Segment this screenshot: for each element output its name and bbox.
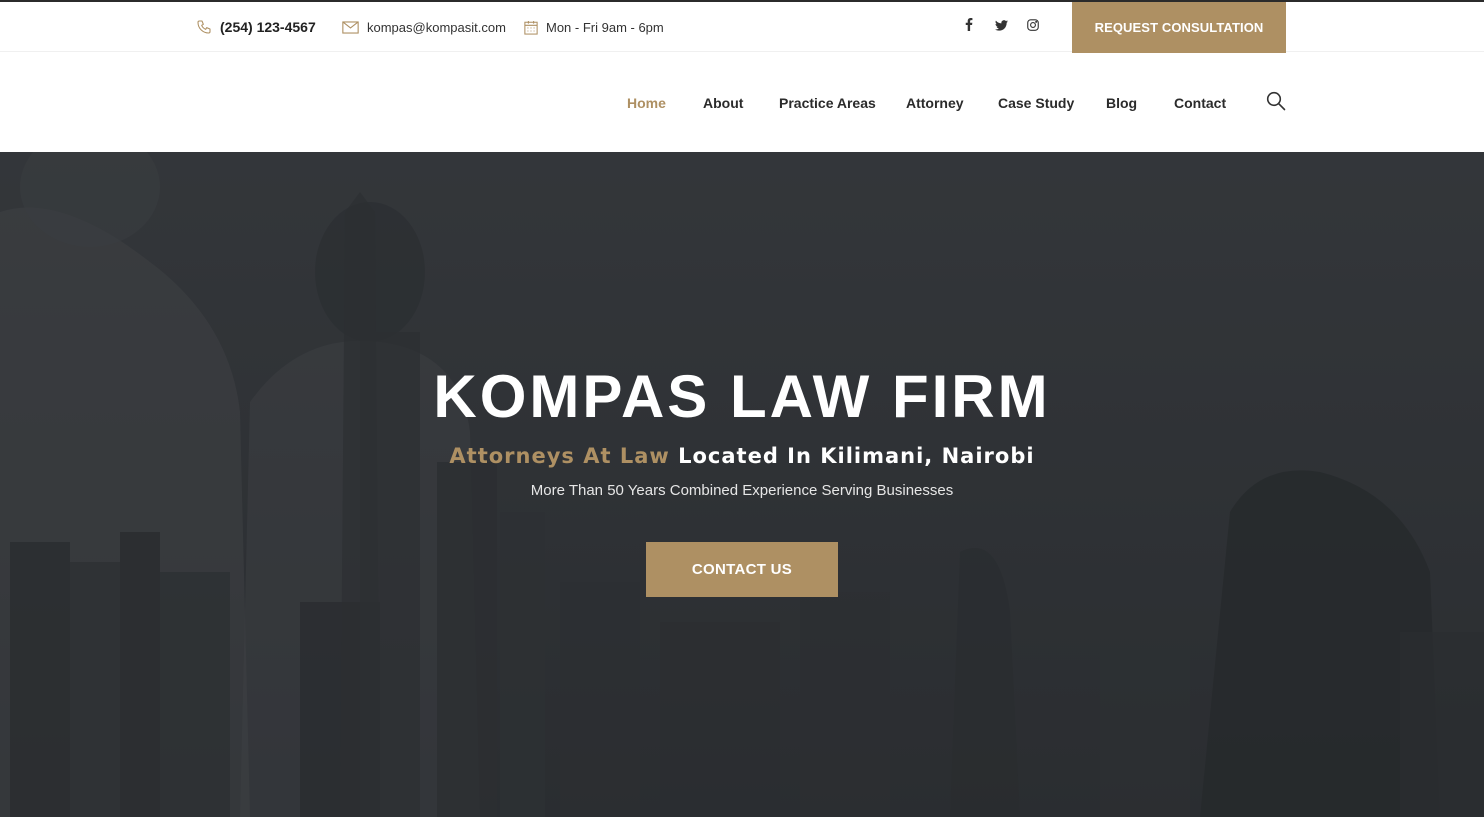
nav-item-case-study[interactable]: Case Study (998, 53, 1074, 152)
contact-us-button[interactable]: CONTACT US (646, 542, 838, 597)
nav-item-home[interactable]: Home (627, 53, 666, 152)
nav-item-contact[interactable]: Contact (1174, 53, 1226, 152)
phone-icon (196, 19, 212, 35)
hero-title: KOMPAS LAW FIRM (433, 363, 1051, 430)
top-info-bar: (254) 123-4567 kompas@kompasit.com Mon -… (0, 2, 1484, 53)
hero-subtitle-location: Located In Kilimani, Nairobi (678, 444, 1035, 468)
facebook-link[interactable] (959, 2, 979, 52)
instagram-icon (1027, 18, 1039, 36)
phone-info[interactable]: (254) 123-4567 (196, 2, 316, 52)
nav-item-blog[interactable]: Blog (1106, 53, 1137, 152)
hero-section: KOMPAS LAW FIRM Attorneys At Law Located… (0, 152, 1484, 817)
hero-description: More Than 50 Years Combined Experience S… (530, 482, 954, 499)
facebook-icon (965, 18, 973, 36)
twitter-icon (994, 18, 1008, 36)
search-button[interactable] (1266, 91, 1288, 113)
office-hours: Mon - Fri 9am - 6pm (546, 19, 664, 35)
hero-subtitle: Attorneys At Law Located In Kilimani, Na… (0, 444, 1484, 468)
envelope-icon (342, 20, 359, 34)
instagram-link[interactable] (1023, 2, 1043, 52)
twitter-link[interactable] (991, 2, 1011, 52)
nav-item-practice-areas[interactable]: Practice Areas (779, 53, 876, 152)
request-consultation-button[interactable]: REQUEST CONSULTATION (1072, 2, 1286, 53)
nav-item-about[interactable]: About (703, 53, 743, 152)
email-address: kompas@kompasit.com (367, 19, 506, 35)
hours-info: Mon - Fri 9am - 6pm (524, 2, 664, 52)
email-info[interactable]: kompas@kompasit.com (342, 2, 506, 52)
search-icon (1266, 91, 1286, 115)
hero-subtitle-accent: Attorneys At Law (449, 444, 670, 468)
nav-item-attorney[interactable]: Attorney (906, 53, 964, 152)
calendar-icon (524, 20, 538, 35)
main-navigation: Home About Practice Areas Attorney Case … (0, 53, 1484, 152)
phone-number: (254) 123-4567 (220, 19, 316, 35)
